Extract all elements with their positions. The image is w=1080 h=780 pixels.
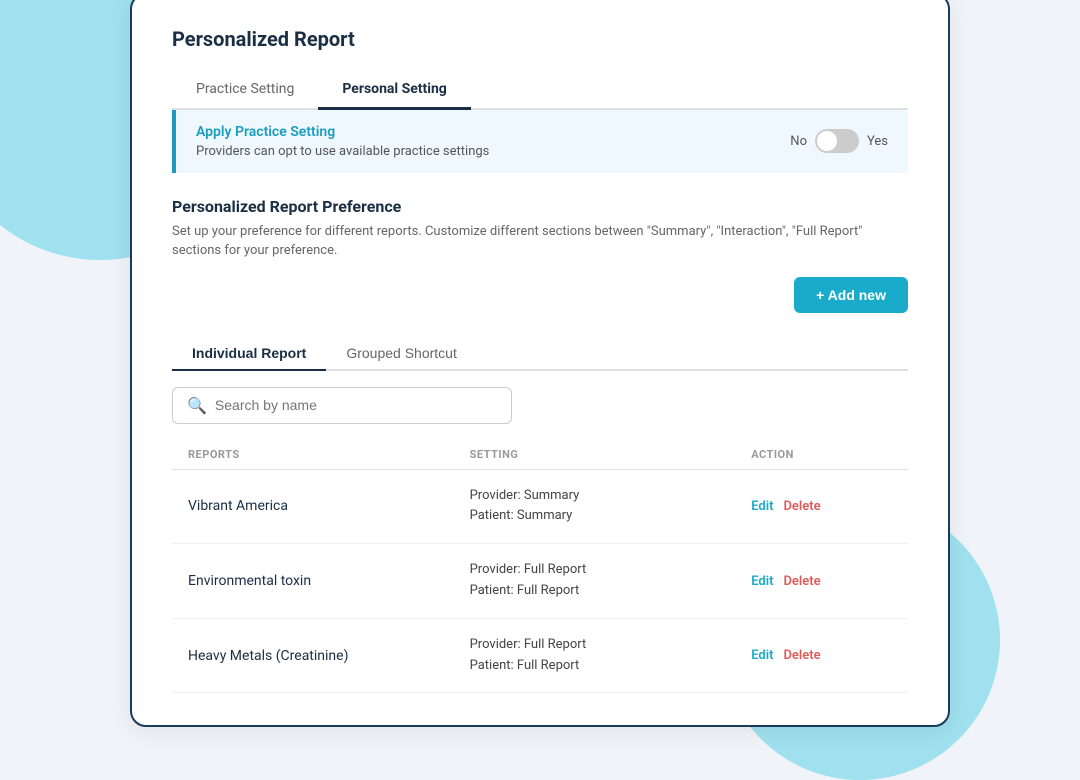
add-new-container: + Add new [172,277,908,329]
apply-setting-title[interactable]: Apply Practice Setting [196,124,790,140]
sub-tab-grouped[interactable]: Grouped Shortcut [326,337,477,369]
edit-button-1[interactable]: Edit [751,499,773,514]
report-name-1: Vibrant America [188,498,470,514]
delete-button-1[interactable]: Delete [783,499,820,514]
setting-cell-2: Provider: Full Report Patient: Full Repo… [470,560,752,602]
table-row: Vibrant America Provider: Summary Patien… [172,470,908,545]
search-box: 🔍 [172,387,512,424]
preference-section-title: Personalized Report Preference [172,197,908,216]
apply-setting-desc: Providers can opt to use available pract… [196,144,790,159]
apply-setting-content: Apply Practice Setting Providers can opt… [196,124,790,159]
report-name-3: Heavy Metals (Creatinine) [188,648,470,664]
add-new-button[interactable]: + Add new [794,277,908,313]
toggle-switch[interactable] [815,129,859,153]
edit-button-3[interactable]: Edit [751,648,773,663]
table-row: Heavy Metals (Creatinine) Provider: Full… [172,619,908,694]
preference-section-desc: Set up your preference for different rep… [172,222,908,261]
card-title: Personalized Report [172,27,908,51]
table-header: REPORTS SETTING ACTION [172,440,908,470]
edit-button-2[interactable]: Edit [751,574,773,589]
sub-tabs: Individual Report Grouped Shortcut [172,337,908,371]
search-icon: 🔍 [187,396,207,415]
setting-cell-1: Provider: Summary Patient: Summary [470,486,752,528]
action-cell-2: Edit Delete [751,574,892,589]
col-header-setting: SETTING [470,448,752,461]
action-cell-3: Edit Delete [751,648,892,663]
search-input[interactable] [215,397,497,413]
tab-personal-setting[interactable]: Personal Setting [318,71,470,110]
report-name-2: Environmental toxin [188,573,470,589]
toggle-no-label: No [790,134,807,149]
sub-tab-individual[interactable]: Individual Report [172,337,326,371]
delete-button-2[interactable]: Delete [783,574,820,589]
toggle-yes-label: Yes [867,134,888,149]
main-card: Personalized Report Practice Setting Per… [130,0,950,727]
table-row: Environmental toxin Provider: Full Repor… [172,544,908,619]
setting-cell-3: Provider: Full Report Patient: Full Repo… [470,635,752,677]
apply-setting-banner: Apply Practice Setting Providers can opt… [172,110,908,173]
tab-practice-setting[interactable]: Practice Setting [172,71,318,110]
main-tabs: Practice Setting Personal Setting [172,71,908,110]
action-cell-1: Edit Delete [751,499,892,514]
col-header-action: ACTION [751,448,892,461]
delete-button-3[interactable]: Delete [783,648,820,663]
col-header-reports: REPORTS [188,448,470,461]
toggle-group: No Yes [790,129,888,153]
